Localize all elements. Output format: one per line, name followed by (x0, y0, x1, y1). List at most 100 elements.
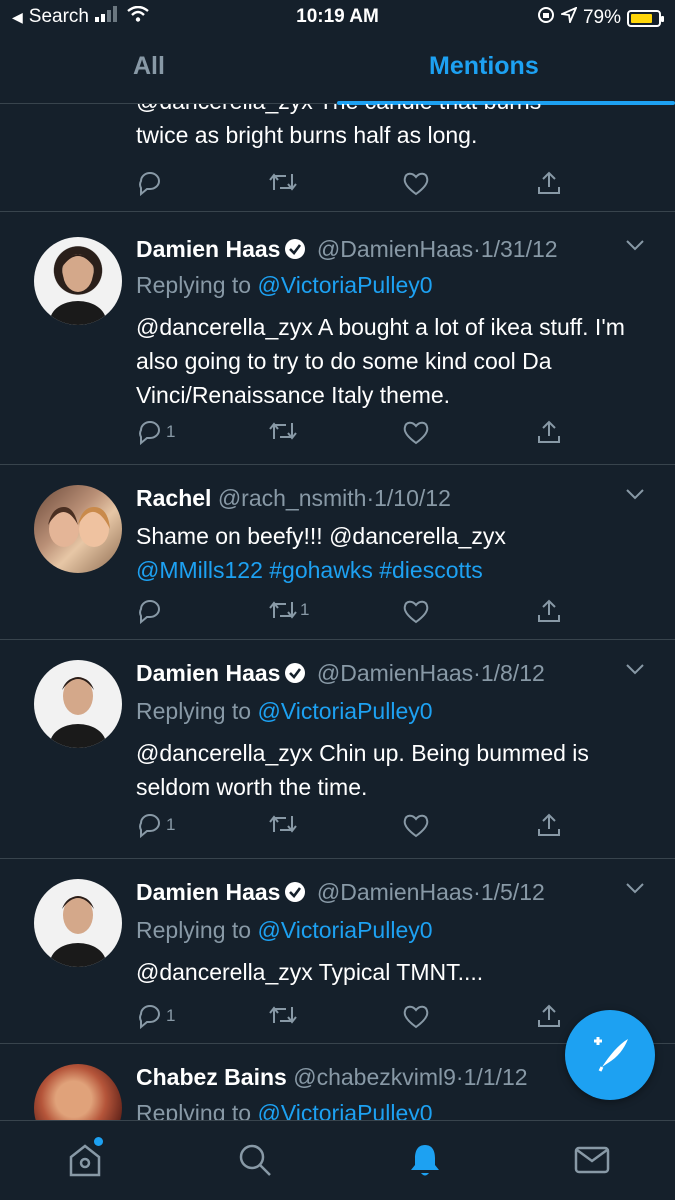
avatar[interactable] (34, 237, 122, 325)
author-name[interactable]: Damien Haas (136, 236, 280, 262)
tweet-actions (136, 170, 576, 200)
tab-mentions[interactable]: Mentions (429, 52, 539, 81)
tweet-actions: 1 (136, 419, 576, 449)
tweet[interactable]: Damien Haas @DamienHaas·1/8/12 Replying … (0, 640, 675, 859)
reply-icon (136, 419, 164, 445)
replying-to-link[interactable]: @VictoriaPulley0 (257, 1100, 432, 1120)
tweet-actions: 1 (136, 812, 576, 842)
reply-button[interactable] (136, 598, 164, 624)
avatar[interactable] (34, 879, 122, 967)
battery-percent: 79% (582, 7, 621, 28)
separator-dot: · (455, 1064, 464, 1090)
like-button[interactable] (402, 598, 430, 624)
chevron-down-icon[interactable] (625, 487, 645, 506)
tweet-date: 1/1/12 (463, 1064, 528, 1090)
retweet-button[interactable] (268, 419, 298, 443)
lock-rotation-icon (537, 6, 555, 30)
like-button[interactable] (402, 419, 430, 445)
like-button[interactable] (402, 170, 430, 196)
nav-home[interactable] (66, 1137, 104, 1184)
replying-to-link[interactable]: @VictoriaPulley0 (257, 272, 432, 298)
chevron-down-icon[interactable] (625, 662, 645, 681)
author-name[interactable]: Rachel (136, 485, 211, 511)
share-button[interactable] (536, 812, 562, 838)
retweet-icon (268, 812, 298, 836)
reply-count: 1 (166, 422, 176, 441)
tweet-header: Rachel @rach_nsmith·1/10/12 (136, 485, 451, 512)
reply-icon (136, 170, 164, 196)
share-icon (536, 419, 562, 445)
tab-all[interactable]: All (133, 52, 165, 81)
tweet[interactable]: Rachel @rach_nsmith·1/10/12 Shame on bee… (0, 465, 675, 640)
compose-tweet-button[interactable] (565, 1010, 655, 1100)
battery-icon (627, 9, 664, 27)
avatar[interactable] (34, 660, 122, 748)
notification-tabs: All Mentions (0, 36, 675, 105)
author-name[interactable]: Damien Haas (136, 660, 280, 686)
tweet-text: @dancerella_zyx Chin up. Being bummed is… (136, 740, 589, 800)
share-button[interactable] (536, 419, 562, 445)
retweet-button[interactable]: 1 (268, 598, 309, 622)
author-handle[interactable]: @rach_nsmith (218, 485, 367, 511)
share-icon (536, 812, 562, 838)
reply-button[interactable] (136, 170, 164, 196)
tweet-date: 1/31/12 (480, 236, 558, 262)
author-name[interactable]: Damien Haas (136, 879, 280, 905)
share-icon (536, 1003, 562, 1029)
replying-to-link[interactable]: @VictoriaPulley0 (257, 698, 432, 724)
replying-to: Replying to @VictoriaPulley0 (136, 272, 433, 299)
like-button[interactable] (402, 812, 430, 838)
chevron-down-icon[interactable] (625, 881, 645, 900)
like-icon (402, 598, 430, 624)
bottom-navigation (0, 1120, 675, 1200)
separator-dot: · (473, 660, 481, 686)
tweet[interactable]: Damien Haas @DamienHaas·1/5/12 Replying … (0, 859, 675, 1044)
author-handle[interactable]: @chabezkviml9 (293, 1064, 456, 1090)
verified-badge-icon (284, 881, 306, 909)
separator-dot: · (473, 879, 481, 905)
avatar[interactable] (34, 485, 122, 573)
tweet-header: Damien Haas @DamienHaas·1/8/12 (136, 660, 545, 690)
retweet-button[interactable] (268, 812, 298, 836)
reply-button[interactable]: 1 (136, 419, 175, 445)
author-handle[interactable]: @DamienHaas (317, 879, 473, 905)
reply-icon (136, 1003, 164, 1029)
reply-icon (136, 598, 164, 624)
verified-badge-icon (284, 662, 306, 690)
nav-search[interactable] (236, 1141, 274, 1184)
tweet-text-line: twice as bright burns half as long. (136, 122, 478, 148)
nav-messages[interactable] (573, 1141, 611, 1184)
tweet-text: @dancerella_zyx The candle that burns tw… (136, 104, 646, 152)
chevron-down-icon[interactable] (625, 238, 645, 257)
share-button[interactable] (536, 598, 562, 624)
tweet[interactable]: Damien Haas @DamienHaas·1/31/12 Replying… (0, 212, 675, 465)
location-icon (558, 6, 578, 29)
tweet-text: Shame on beefy!!! @dancerella_zyx @MMill… (136, 519, 646, 587)
status-bar: ◀ Search 10:19 AM 79% (0, 0, 675, 36)
retweet-button[interactable] (268, 1003, 298, 1027)
tweet[interactable]: @dancerella_zyx The candle that burns tw… (0, 104, 675, 212)
replying-to-link[interactable]: @VictoriaPulley0 (257, 917, 432, 943)
retweet-button[interactable] (268, 170, 298, 194)
share-button[interactable] (536, 170, 562, 196)
retweet-icon (268, 598, 298, 622)
tweet-links[interactable]: @MMills122 #gohawks #diescotts (136, 553, 646, 587)
mentions-feed[interactable]: @dancerella_zyx The candle that burns tw… (0, 104, 675, 1120)
retweet-icon (268, 170, 298, 194)
replying-prefix: Replying to (136, 1100, 252, 1120)
tweet-header: Damien Haas @DamienHaas·1/5/12 (136, 879, 545, 909)
author-name[interactable]: Chabez Bains (136, 1064, 287, 1090)
replying-prefix: Replying to (136, 917, 252, 943)
reply-button[interactable]: 1 (136, 812, 175, 838)
tweet-actions: 1 (136, 1003, 576, 1033)
author-handle[interactable]: @DamienHaas (317, 660, 473, 686)
like-icon (402, 419, 430, 445)
tweet-date: 1/8/12 (480, 660, 545, 686)
tweet-text: @dancerella_zyx A bought a lot of ikea s… (136, 314, 625, 408)
author-handle[interactable]: @DamienHaas (317, 236, 473, 262)
avatar[interactable] (34, 1064, 122, 1120)
nav-notifications[interactable] (406, 1141, 444, 1184)
reply-button[interactable]: 1 (136, 1003, 175, 1029)
share-button[interactable] (536, 1003, 562, 1029)
like-button[interactable] (402, 1003, 430, 1029)
